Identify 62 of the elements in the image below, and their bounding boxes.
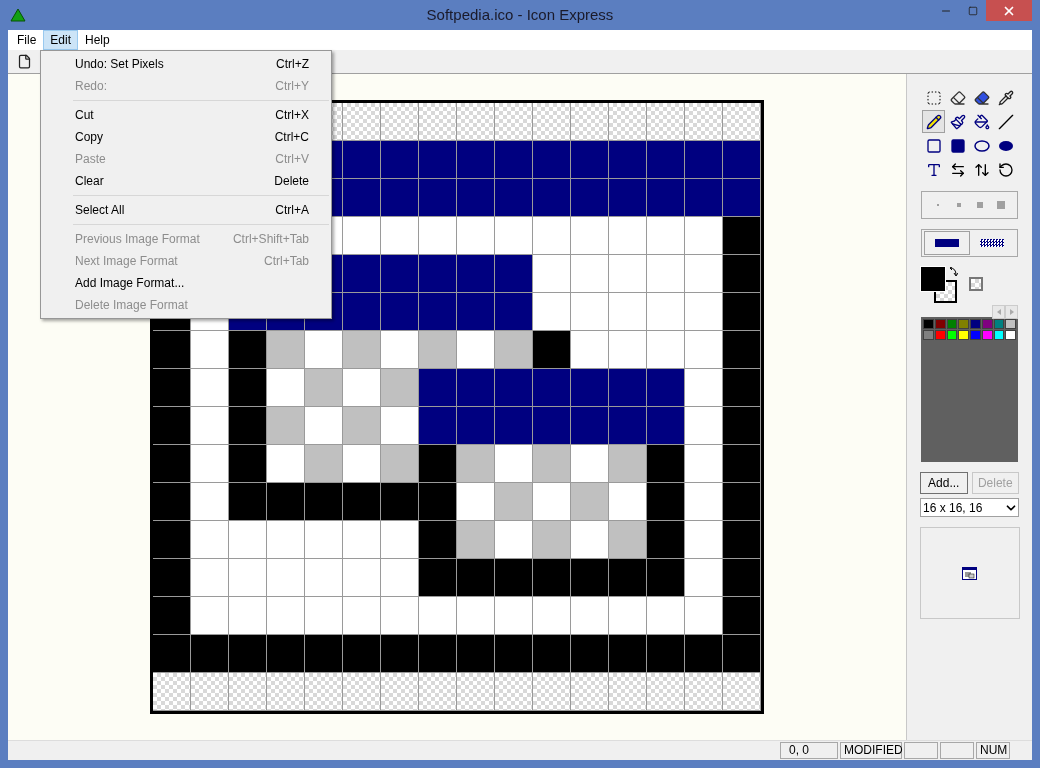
right-arrow-icon (1009, 309, 1014, 315)
swap-colors-icon (948, 267, 958, 279)
palette-swatch[interactable] (993, 319, 1005, 329)
flip-vertical-icon (973, 161, 990, 178)
text-tool-icon (925, 161, 942, 178)
status-pane: MODIFIED (840, 742, 902, 759)
palette-swatch[interactable] (946, 330, 958, 340)
ellipse-icon (973, 139, 990, 152)
status-pane (904, 742, 938, 759)
new-file-icon (16, 54, 32, 69)
palette-swatch[interactable] (923, 330, 934, 340)
menu-item[interactable]: Cut Ctrl+X (41, 104, 331, 126)
palette-swatch[interactable] (946, 319, 958, 329)
eyedropper-icon (997, 89, 1014, 106)
close-button[interactable] (986, 0, 1032, 21)
flip-horizontal-icon (949, 161, 966, 178)
palette-swatch[interactable] (934, 319, 946, 329)
maximize-icon (967, 5, 978, 16)
status-pane: 0, 0 (780, 742, 838, 759)
left-arrow-icon (996, 309, 1001, 315)
paint-bucket-icon (973, 113, 990, 130)
brush-icon (949, 113, 966, 130)
add-button[interactable]: Add... (920, 472, 968, 494)
palette-swatch[interactable] (970, 330, 981, 340)
palette-swatch[interactable] (923, 319, 934, 329)
eraser-icon (949, 89, 966, 106)
rectangle-icon (925, 137, 942, 154)
app-logo-icon (10, 8, 26, 22)
tool-button[interactable] (922, 110, 945, 133)
palette-swatch[interactable] (970, 319, 981, 329)
color-swatches[interactable] (921, 267, 957, 303)
format-select[interactable]: 16 x 16, 16 (920, 498, 1019, 517)
palette-swatch[interactable] (993, 330, 1005, 340)
status-pane: NUM (976, 742, 1010, 759)
palette-swatch[interactable] (958, 330, 969, 340)
menu-item[interactable]: File (10, 30, 44, 50)
line-icon (997, 113, 1014, 130)
filled-rectangle-icon (949, 137, 966, 154)
menu-item[interactable]: Copy Ctrl+C (41, 126, 331, 148)
window-title: Softpedia.ico - Icon Express (426, 4, 614, 25)
palette-swatch[interactable] (981, 319, 993, 329)
menu-item[interactable]: Edit (43, 30, 79, 50)
palette-swatch[interactable] (981, 330, 993, 340)
menu-item[interactable]: Help (78, 30, 117, 50)
palette-swatch[interactable] (1005, 330, 1016, 340)
palette-swatch[interactable] (934, 330, 946, 340)
foreground-color-swatch[interactable] (921, 267, 945, 291)
palette-swatch[interactable] (958, 319, 969, 329)
menu-item[interactable]: Clear Delete (41, 170, 331, 192)
rotate-icon (997, 161, 1014, 178)
selection-icon (925, 89, 942, 106)
filled-ellipse-icon (997, 139, 1014, 152)
menu-item[interactable]: Undo: Set Pixels Ctrl+Z (41, 53, 331, 75)
eraser-icon (973, 89, 990, 106)
menu-item[interactable]: Select All Ctrl+A (41, 199, 331, 221)
status-pane (940, 742, 974, 759)
pencil-icon (925, 113, 942, 130)
menu-item[interactable]: Add Image Format... (41, 272, 331, 294)
palette-swatch[interactable] (1005, 319, 1016, 329)
preview-image-icon (962, 566, 977, 580)
fill-style-option[interactable] (924, 231, 970, 255)
transparent-color-swatch[interactable] (969, 277, 983, 291)
